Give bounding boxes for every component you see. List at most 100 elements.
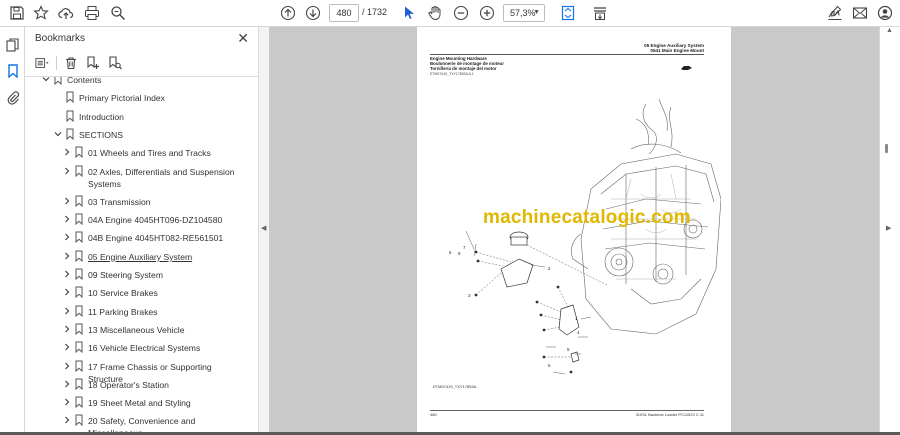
zoom-search-icon[interactable]: [107, 3, 129, 23]
trash-icon[interactable]: [62, 54, 80, 72]
bookmark-label: 05 Engine Auxiliary System: [88, 251, 193, 262]
scroll-mode-icon[interactable]: [589, 3, 611, 23]
header-subsection: 0541 Main Engine Mount: [650, 48, 704, 53]
figure-ref: ETM07419_TXY17853A A.1: [430, 72, 474, 76]
figure-code: ETM07419_TXY17853A: [433, 384, 477, 389]
bookmark-icon: [65, 128, 75, 141]
chevron-right-icon[interactable]: [62, 415, 72, 425]
callout-number: 5: [548, 363, 551, 368]
pages-icon[interactable]: [4, 36, 21, 53]
chevron-down-icon[interactable]: [53, 129, 63, 139]
bookmark-label: 09 Steering System: [88, 270, 163, 280]
bookmark-icon: [65, 91, 75, 104]
select-arrow-icon[interactable]: [398, 3, 420, 23]
chevron-down-icon[interactable]: [41, 77, 51, 84]
bookmark-icon: [74, 414, 84, 427]
star-icon[interactable]: [30, 3, 52, 23]
options-menu-icon[interactable]: [33, 54, 51, 72]
bookmark-label: 18 Operator's Station: [88, 379, 169, 390]
chevron-right-icon[interactable]: [62, 214, 72, 224]
chevron-right-icon[interactable]: [62, 306, 72, 316]
bookmark-icon: [74, 323, 84, 336]
close-icon[interactable]: ✕: [237, 30, 249, 47]
bookmark-icon: [74, 378, 84, 390]
bookmark-label: 03 Transmission: [88, 196, 151, 207]
page-down-icon[interactable]: [302, 3, 324, 23]
main-toolbar: 480 / 1732 57,3% ▼: [0, 0, 900, 27]
bookmark-icon: [74, 268, 84, 281]
bookmark-search-icon[interactable]: [106, 54, 124, 72]
bookmark-icon: [74, 165, 84, 177]
figure-title-es: Tornillería de montaje del motor: [430, 66, 497, 71]
bookmark-label: 10 Service Brakes: [88, 288, 158, 299]
callout-number: 4: [577, 330, 580, 335]
chevron-right-icon[interactable]: [62, 147, 72, 157]
page-total: / 1732: [362, 7, 388, 17]
save-icon[interactable]: [6, 3, 28, 23]
scroll-up-icon[interactable]: ▲: [886, 27, 893, 34]
new-bookmark-icon[interactable]: [84, 54, 102, 72]
callout-number: 8: [458, 251, 461, 256]
bookmark-label: 02 Axles, Differentials and Suspension: [88, 166, 235, 177]
email-icon[interactable]: [849, 3, 871, 23]
bookmark-label: 01 Wheels and Tires and Tracks: [88, 148, 211, 159]
document-viewer[interactable]: 05 Engine Auxiliary System 0541 Main Eng…: [269, 27, 879, 435]
chevron-right-icon[interactable]: [62, 397, 72, 407]
bookmark-label: 04A Engine 4045HT096-DZ104580: [88, 215, 223, 226]
bookmark-label: 19 Sheet Metal and Styling: [88, 398, 191, 409]
chevron-right-icon[interactable]: [62, 232, 72, 242]
sign-icon[interactable]: [824, 3, 846, 23]
document-scrollbar[interactable]: ▲ ▶: [879, 27, 900, 435]
bookmark-tree: Contents Primary Pictorial Index Introduct…: [25, 77, 245, 433]
chevron-right-icon[interactable]: [62, 251, 72, 261]
bookmark-label: 11 Parking Brakes: [88, 306, 158, 317]
chevron-right-icon[interactable]: [62, 361, 72, 371]
footer-page-number: 480: [430, 412, 437, 417]
bookmark-icon: [74, 286, 84, 299]
panel-splitter[interactable]: ◀: [258, 27, 269, 435]
zoom-out-icon[interactable]: [450, 3, 472, 23]
footer-rule: [430, 410, 704, 411]
bookmark-icon: [53, 77, 63, 86]
header-rule: [430, 54, 704, 55]
zoom-level-select[interactable]: 57,3% ▼: [503, 4, 545, 22]
page-up-icon[interactable]: [277, 3, 299, 23]
bookmarks-panel: Bookmarks ✕ Contents Primary Pictorial In…: [25, 27, 276, 435]
scroll-thumb[interactable]: [885, 144, 888, 153]
chevron-down-icon: ▼: [533, 9, 540, 16]
bookmark-icon: [74, 360, 84, 372]
panel-title: Bookmarks: [35, 33, 86, 44]
bookmark-icon[interactable]: [4, 62, 21, 79]
chevron-right-icon[interactable]: [62, 287, 72, 297]
chevron-right-icon[interactable]: [62, 196, 72, 206]
bookmark-icon: [74, 195, 84, 207]
navigation-rail: [0, 27, 25, 435]
page-number-input[interactable]: 480: [329, 4, 359, 22]
chevron-right-icon[interactable]: [62, 342, 72, 352]
print-icon[interactable]: [81, 3, 103, 23]
bookmark-icon: [74, 231, 84, 244]
callout-number: 2: [548, 266, 551, 271]
collapse-panel-icon[interactable]: ◀: [261, 224, 266, 232]
chevron-right-icon[interactable]: [62, 166, 72, 176]
hand-icon[interactable]: [424, 3, 446, 23]
footer-model: 310SL Backhoe Loader PC11523 C.11: [635, 412, 704, 417]
fit-page-icon[interactable]: [557, 3, 579, 23]
watermark-text: machinecatalogic.com: [483, 207, 691, 228]
expand-panel-icon[interactable]: ▶: [886, 224, 891, 232]
zoom-in-icon[interactable]: [476, 3, 498, 23]
bookmark-label: Primary Pictorial Index: [79, 93, 165, 104]
chevron-right-icon[interactable]: [62, 269, 72, 279]
callout-number: 7: [463, 245, 466, 250]
bookmark-label: SECTIONS: [79, 129, 123, 140]
cloud-upload-icon[interactable]: [55, 3, 77, 23]
chevron-right-icon[interactable]: [62, 324, 72, 334]
attachment-icon[interactable]: [4, 89, 21, 106]
account-icon[interactable]: [874, 3, 896, 23]
chevron-right-icon[interactable]: [62, 379, 72, 389]
bookmark-label: Contents: [67, 77, 102, 85]
bookmark-label-continued: Systems: [88, 178, 121, 189]
callout-number: 5: [567, 347, 570, 352]
deere-logo-icon: [681, 66, 692, 70]
bookmark-icon: [74, 213, 84, 226]
